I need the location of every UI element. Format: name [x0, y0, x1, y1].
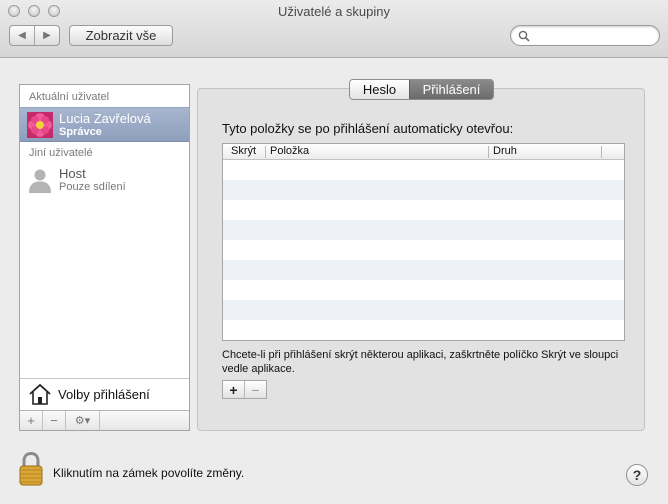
table-row [223, 200, 624, 220]
column-divider [601, 146, 602, 158]
login-items-toolbar: + − [222, 380, 267, 399]
lock-icon[interactable] [18, 452, 44, 486]
login-items-table[interactable]: Skrýt Položka Druh [222, 143, 625, 341]
titlebar: Uživatelé a skupiny ◀ ▶ Zobrazit vše [0, 0, 668, 58]
column-divider [488, 146, 489, 158]
window: Uživatelé a skupiny ◀ ▶ Zobrazit vše Akt… [0, 0, 668, 504]
table-row [223, 220, 624, 240]
table-row [223, 240, 624, 260]
table-row [223, 160, 624, 180]
gear-icon[interactable]: ⚙▾ [66, 411, 100, 430]
tab-login-items[interactable]: Přihlášení [409, 80, 493, 99]
current-user-role: Správce [59, 126, 102, 138]
guest-user-name: Host [59, 166, 86, 181]
add-login-item-button[interactable]: + [223, 381, 245, 398]
sidebar-toolbar: + − ⚙▾ [20, 410, 189, 430]
remove-login-item-button[interactable]: − [245, 381, 266, 398]
current-user-header: Aktuální uživatel [29, 91, 110, 103]
show-all-button[interactable]: Zobrazit vše [69, 25, 173, 46]
table-row [223, 320, 624, 340]
back-forward-control: ◀ ▶ [9, 25, 60, 46]
login-items-pane: Tyto položky se po přihlášení automatick… [197, 88, 645, 431]
search-icon [518, 30, 530, 42]
guest-user-role: Pouze sdílení [59, 181, 126, 193]
search-field[interactable] [510, 25, 660, 46]
pane-heading: Tyto položky se po přihlášení automatick… [222, 121, 514, 136]
tab-password[interactable]: Heslo [350, 80, 409, 99]
help-button[interactable]: ? [626, 464, 648, 486]
table-row [223, 340, 624, 341]
back-button[interactable]: ◀ [10, 26, 34, 45]
person-icon [29, 169, 51, 193]
table-row [223, 280, 624, 300]
sidebar-item-current-user[interactable]: Lucia Zavřelová Správce [20, 107, 189, 142]
window-title: Uživatelé a skupiny [278, 4, 390, 19]
column-header-kind[interactable]: Druh [493, 145, 517, 157]
table-row [223, 260, 624, 280]
house-icon [29, 383, 51, 405]
lock-text: Kliknutím na zámek povolíte změny. [53, 466, 245, 480]
table-row [223, 300, 624, 320]
flower-icon [27, 112, 53, 138]
tab-bar: Heslo Přihlášení [349, 79, 494, 100]
table-header: Skrýt Položka Druh [223, 144, 624, 160]
sidebar-item-guest-user[interactable]: Host Pouze sdílení [20, 163, 189, 198]
remove-user-button[interactable]: − [43, 411, 66, 430]
table-rows [223, 160, 624, 341]
other-users-header: Jiní uživatelé [29, 147, 93, 159]
table-row [223, 180, 624, 200]
column-divider [265, 146, 266, 158]
forward-button[interactable]: ▶ [34, 26, 59, 45]
column-header-item[interactable]: Položka [270, 145, 309, 157]
column-header-hide[interactable]: Skrýt [231, 145, 256, 157]
current-user-name: Lucia Zavřelová [59, 111, 151, 126]
hide-hint-text: Chcete-li při přihlášení skrýt některou … [222, 349, 619, 375]
users-sidebar: Aktuální uživatel Lucia Zavřelová Správc… [19, 84, 190, 431]
login-options-item[interactable]: Volby přihlášení [20, 378, 189, 410]
search-input[interactable] [535, 28, 653, 43]
login-options-label: Volby přihlášení [58, 387, 150, 402]
add-user-button[interactable]: + [20, 411, 43, 430]
